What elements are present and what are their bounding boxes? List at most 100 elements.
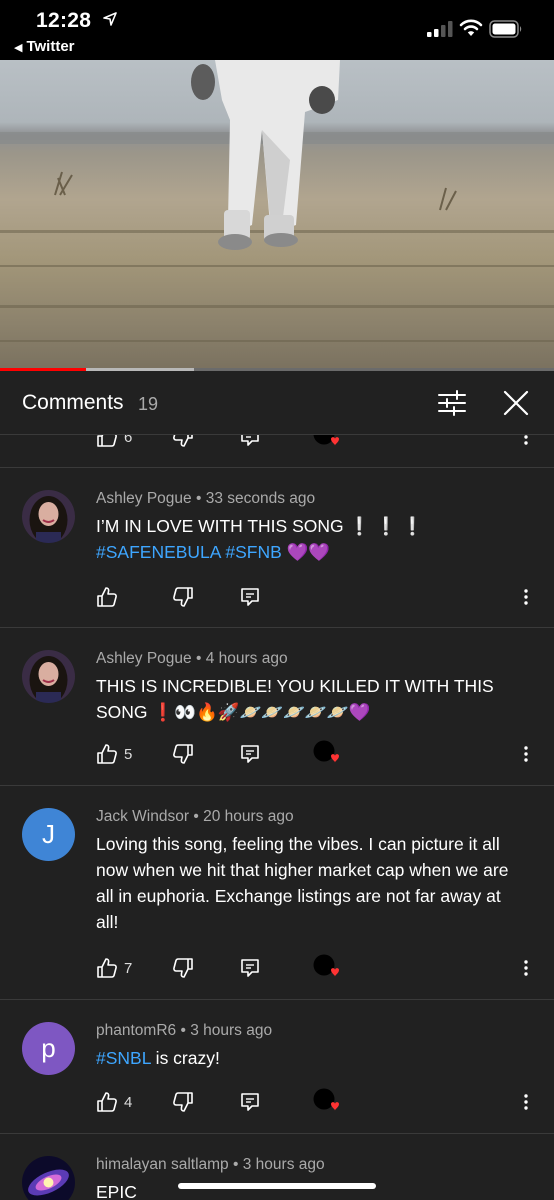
thumbs-up-icon xyxy=(97,587,117,607)
comments-count: 19 xyxy=(138,394,159,414)
profile-photo-icon xyxy=(22,490,75,543)
comment-item: himalayan saltlamp • 3 hours ago EPIC xyxy=(0,1134,554,1200)
close-icon[interactable] xyxy=(502,389,530,417)
more-options-icon[interactable] xyxy=(516,740,536,768)
astronaut-figure xyxy=(191,60,340,250)
back-to-app-link[interactable]: ◀ Twitter xyxy=(14,38,75,55)
creator-heart-icon xyxy=(313,1088,339,1111)
reply-button[interactable] xyxy=(239,740,261,768)
reply-button[interactable] xyxy=(239,583,261,611)
meta-separator: • xyxy=(195,490,202,507)
comments-title: Comments xyxy=(22,391,124,414)
like-button[interactable]: 7 xyxy=(96,954,132,982)
avatar[interactable] xyxy=(22,490,75,543)
comment-item: J Jack Windsor • 20 hours ago Loving thi… xyxy=(0,786,554,1000)
battery-icon xyxy=(489,20,522,38)
comment-text-main: I’M IN LOVE WITH THIS SONG ❕ ❕ ❕ xyxy=(96,516,424,536)
like-count: 7 xyxy=(124,959,133,977)
reply-button[interactable] xyxy=(239,954,261,982)
comment-author[interactable]: himalayan saltlamp xyxy=(96,1156,229,1173)
avatar[interactable] xyxy=(22,650,75,703)
comment-time: 33 seconds ago xyxy=(205,490,316,507)
thumbs-down-icon xyxy=(173,1092,193,1112)
avatar[interactable]: J xyxy=(22,808,75,861)
reply-icon xyxy=(241,959,259,977)
comment-text: #SNBL is crazy! xyxy=(96,1045,516,1071)
video-frame xyxy=(0,60,554,342)
profile-photo-icon xyxy=(22,650,75,703)
thumbs-up-icon xyxy=(97,435,117,447)
reply-icon xyxy=(241,1093,259,1111)
creator-heart-icon xyxy=(313,954,339,977)
thumbs-down-icon xyxy=(173,435,193,447)
comment-text: Loving this song, feeling the vibes. I c… xyxy=(96,834,509,932)
dislike-button[interactable] xyxy=(172,954,194,982)
more-options-icon[interactable] xyxy=(516,1088,536,1116)
comments-header: Comments 19 xyxy=(0,371,554,435)
thumbs-up-icon xyxy=(97,744,117,764)
avatar[interactable]: p xyxy=(22,1022,75,1075)
comment-meta: himalayan saltlamp • 3 hours ago xyxy=(96,1156,325,1174)
reply-icon xyxy=(241,588,259,606)
comments-list[interactable]: 6 Ashley Pogue • 33 seconds ago I’M IN L… xyxy=(0,435,554,1200)
like-button[interactable]: 5 xyxy=(96,740,132,768)
home-indicator[interactable] xyxy=(178,1183,376,1189)
comment-meta: phantomR6 • 3 hours ago xyxy=(96,1022,272,1040)
comment-time: 3 hours ago xyxy=(190,1022,273,1039)
comment-author[interactable]: Jack Windsor xyxy=(96,808,189,825)
more-options-icon[interactable] xyxy=(516,954,536,982)
reply-button[interactable] xyxy=(239,435,261,451)
comment-text-main: is crazy! xyxy=(150,1048,220,1068)
thumbs-down-icon xyxy=(173,958,193,978)
back-app-label: Twitter xyxy=(26,38,75,55)
location-arrow-icon xyxy=(103,12,117,26)
avatar-letter: J xyxy=(42,819,55,849)
comment-time: 4 hours ago xyxy=(205,650,288,667)
comment-item: p phantomR6 • 3 hours ago #SNBL is crazy… xyxy=(0,1000,554,1134)
reply-button[interactable] xyxy=(239,1088,261,1116)
dislike-button[interactable] xyxy=(172,1088,194,1116)
video-player[interactable] xyxy=(0,60,554,370)
meta-separator: • xyxy=(180,1022,186,1039)
creator-heart-icon xyxy=(313,435,339,446)
more-options-icon[interactable] xyxy=(516,583,536,611)
meta-separator: • xyxy=(195,650,202,667)
hashtag-link[interactable]: #SAFENEBULA #SFNB xyxy=(96,542,282,562)
thumbs-up-icon xyxy=(97,958,117,978)
like-count: 4 xyxy=(124,1093,133,1111)
thumbs-up-icon xyxy=(97,1092,117,1112)
like-button[interactable]: 4 xyxy=(96,1088,132,1116)
comment-item: Ashley Pogue • 4 hours ago THIS IS INCRE… xyxy=(0,628,554,786)
meta-separator: • xyxy=(233,1156,239,1173)
cellular-signal-icon xyxy=(427,21,453,37)
more-options-icon[interactable] xyxy=(516,435,536,451)
comment-author[interactable]: Ashley Pogue xyxy=(96,650,192,667)
dislike-button[interactable] xyxy=(172,740,194,768)
dislike-button[interactable] xyxy=(172,435,194,451)
hashtag-link[interactable]: #SNBL xyxy=(96,1048,151,1068)
like-button[interactable]: 6 xyxy=(96,435,132,451)
reply-icon xyxy=(241,435,259,446)
comment-meta: Ashley Pogue • 4 hours ago xyxy=(96,650,288,668)
like-button[interactable] xyxy=(96,583,118,611)
thumbs-down-icon xyxy=(173,744,193,764)
sort-filter-icon[interactable] xyxy=(436,389,468,417)
creator-heart-icon xyxy=(313,740,339,763)
avatar-letter: p xyxy=(41,1033,56,1063)
comment-emoji: 💜💜 xyxy=(281,542,331,562)
back-triangle-icon: ◀ xyxy=(14,42,23,54)
comment-time: 3 hours ago xyxy=(242,1156,325,1173)
thumbs-down-icon xyxy=(173,587,193,607)
meta-separator: • xyxy=(193,808,199,825)
comment-text: I’M IN LOVE WITH THIS SONG ❕ ❕ ❕ #SAFENE… xyxy=(96,513,516,565)
comment-author[interactable]: Ashley Pogue xyxy=(96,490,192,507)
comment-time: 20 hours ago xyxy=(203,808,294,825)
comment-item-partial: 6 xyxy=(0,435,554,468)
comment-author[interactable]: phantomR6 xyxy=(96,1022,176,1039)
dislike-button[interactable] xyxy=(172,583,194,611)
like-count: 5 xyxy=(124,745,133,763)
avatar[interactable] xyxy=(22,1156,75,1200)
wifi-icon xyxy=(459,19,483,36)
status-bar: 12:28 ◀ Twitter xyxy=(0,0,554,60)
comment-text: THIS IS INCREDIBLE! YOU KILLED IT WITH T… xyxy=(96,676,494,722)
